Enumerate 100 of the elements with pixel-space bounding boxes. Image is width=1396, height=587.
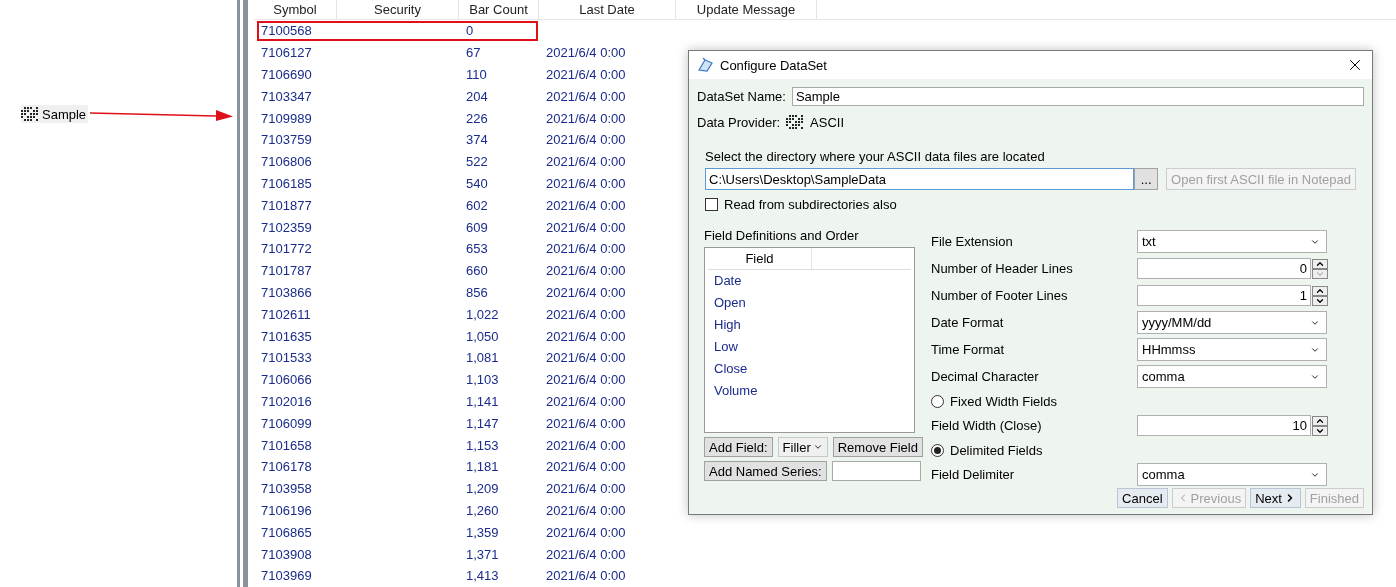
table-cell-text: 2021/6/4 0:00: [545, 154, 627, 170]
list-item[interactable]: High: [708, 314, 911, 336]
column-header[interactable]: Field: [708, 248, 812, 269]
table-cell-text: 1,413: [465, 568, 500, 584]
table-cell-text: 2021/6/4 0:00: [545, 306, 627, 322]
table-cell-text: 2021/6/4 0:00: [545, 110, 627, 126]
wizard-button[interactable]: Next: [1250, 488, 1301, 508]
table-cell-text: 1,141: [465, 393, 500, 409]
table-cell-text: 7103347: [260, 88, 313, 104]
checkbox-label: Read from subdirectories also: [724, 196, 897, 212]
list-item[interactable]: Close: [708, 358, 911, 380]
column-header[interactable]: Symbol: [254, 0, 337, 19]
column-header[interactable]: Last Date: [539, 0, 676, 19]
directory-prompt: Select the directory where your ASCII data files are located: [705, 148, 1045, 164]
field-label: Data Provider:: [697, 114, 781, 130]
table-cell-text: 7101877: [260, 197, 313, 213]
increment-icon[interactable]: [1312, 258, 1328, 269]
data-grid-icon: [786, 114, 805, 130]
setting-label: Number of Header Lines: [931, 261, 1074, 276]
table-cell-text: 2021/6/4 0:00: [545, 45, 627, 61]
wizard-button[interactable]: Cancel: [1117, 488, 1168, 508]
directory-field[interactable]: C:\Users\Desktop\SampleData: [705, 168, 1135, 190]
table-cell-text: 7106178: [260, 459, 313, 475]
increment-icon[interactable]: [1312, 415, 1328, 426]
table-cell-text: 7106185: [260, 175, 313, 191]
dialog-title: Configure DataSet: [720, 57, 828, 73]
table-cell-text: 1,181: [465, 459, 500, 475]
dropdown[interactable]: yyyy/MM/dd: [1137, 311, 1327, 334]
table-cell-text: 653: [465, 241, 489, 257]
section-title: Field Definitions and Order: [704, 228, 860, 243]
field-type-dropdown[interactable]: Filler: [777, 437, 828, 457]
table-cell-text: 7103908: [260, 546, 313, 562]
table-cell-text: 522: [465, 154, 489, 170]
table-cell-text: 7102611: [260, 306, 312, 322]
table-cell-text: 1,103: [465, 372, 500, 388]
list-item[interactable]: Date: [708, 270, 911, 292]
table-cell-text: 7101772: [260, 241, 313, 257]
table-cell-text: 7103759: [260, 132, 313, 148]
number-field[interactable]: 10: [1137, 415, 1311, 436]
dropdown[interactable]: txt: [1137, 230, 1327, 253]
table-cell-text: 7106806: [260, 154, 313, 170]
table-cell-text: 7106099: [260, 415, 313, 431]
radio-label: Fixed Width Fields: [950, 393, 1057, 409]
table-cell-text: 2021/6/4 0:00: [545, 481, 627, 497]
table-cell-text: 0: [465, 23, 475, 39]
column-header[interactable]: Security: [337, 0, 459, 19]
number-field[interactable]: 1: [1137, 285, 1311, 306]
table-cell-text: 2021/6/4 0:00: [545, 88, 627, 104]
table-cell-text: 7103958: [260, 481, 313, 497]
table-cell-text: 1,050: [465, 328, 500, 344]
list-item[interactable]: Open: [708, 292, 911, 314]
caret-icon: [812, 442, 823, 452]
table-cell-text: 7106127: [260, 45, 313, 61]
dropdown[interactable]: comma: [1137, 365, 1327, 388]
wizard-icon: [697, 57, 714, 73]
series-name-field[interactable]: [831, 461, 921, 481]
data-grid-icon: [21, 106, 39, 122]
table-cell-text: 7101533: [260, 350, 313, 366]
column-header[interactable]: Bar Count: [459, 0, 539, 19]
table-cell-text: 7101658: [260, 437, 313, 453]
dropdown[interactable]: HHmmss: [1137, 338, 1327, 361]
table-cell-text: 7106690: [260, 67, 313, 82]
remove-field-button[interactable]: Remove Field: [832, 437, 923, 457]
checkbox[interactable]: [705, 197, 718, 211]
add-series-button[interactable]: Add Named Series:: [704, 461, 827, 481]
table-cell-text: 7106865: [260, 524, 313, 540]
radio-button[interactable]: [931, 443, 944, 457]
table-cell-text: 2021/6/4 0:00: [545, 502, 627, 518]
table-cell-text: 1,371: [465, 546, 500, 562]
table-cell-text: 660: [465, 263, 489, 279]
decrement-icon[interactable]: [1312, 295, 1328, 306]
number-field[interactable]: 0: [1137, 258, 1311, 279]
increment-icon[interactable]: [1312, 285, 1328, 296]
list-item[interactable]: Volume: [708, 380, 911, 402]
table-cell-text: 1,359: [465, 524, 500, 540]
table-cell-text: 7100568: [260, 23, 313, 39]
table-cell-text: 7106196: [260, 502, 313, 518]
dropdown[interactable]: comma: [1137, 463, 1327, 486]
column-header[interactable]: Update Message: [676, 0, 817, 19]
radio-button[interactable]: [931, 394, 944, 408]
table-cell-text: 2021/6/4 0:00: [545, 350, 627, 366]
table-cell-text: 2021/6/4 0:00: [545, 197, 627, 213]
table-cell-text: 1,153: [465, 437, 500, 453]
setting-label: Time Format: [931, 342, 1006, 357]
setting-label: Date Format: [931, 315, 1005, 330]
browse-button[interactable]: ...: [1134, 168, 1159, 190]
table-cell-text: 2021/6/4 0:00: [545, 219, 627, 235]
table-cell-text: 2021/6/4 0:00: [545, 328, 627, 344]
decrement-icon[interactable]: [1312, 425, 1328, 436]
table-cell-text: 609: [465, 219, 489, 235]
table-cell-text: 67: [465, 45, 482, 61]
name-field[interactable]: Sample: [791, 86, 1364, 106]
dataset-item[interactable]: Sample: [21, 105, 89, 123]
table-cell-text: 2021/6/4 0:00: [545, 459, 627, 475]
table-cell-text: 7103969: [260, 568, 313, 584]
table-cell-text: 204: [465, 88, 489, 104]
radio-label: Delimited Fields: [950, 442, 1043, 458]
list-item[interactable]: Low: [708, 336, 911, 358]
table-cell-text: 2021/6/4 0:00: [545, 372, 627, 388]
add-field-button[interactable]: Add Field:: [704, 437, 773, 457]
